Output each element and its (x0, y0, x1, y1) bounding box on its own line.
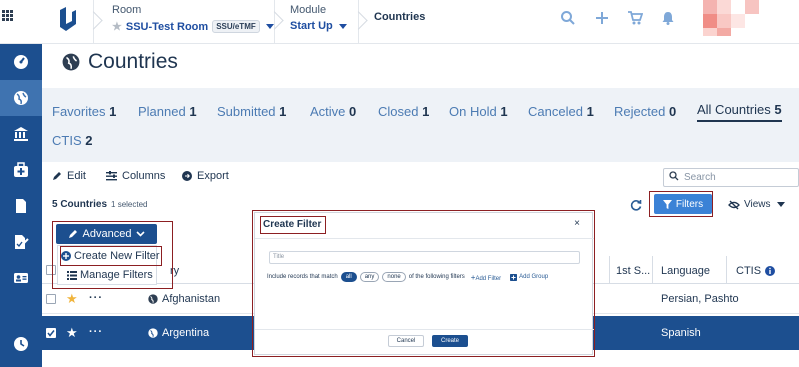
globe-icon (148, 294, 158, 304)
sidebar (0, 44, 42, 367)
tab-on-hold[interactable]: On Hold 1 (449, 104, 508, 119)
edit-label: Edit (67, 170, 86, 182)
columns-button[interactable]: Columns (106, 170, 165, 182)
tab-rejected[interactable]: Rejected 0 (614, 104, 676, 119)
apps-grid-icon[interactable] (2, 10, 13, 21)
export-icon (182, 171, 192, 181)
highlight-box (252, 210, 595, 357)
tab-ctis[interactable]: CTIS 2 (52, 133, 92, 148)
sidebar-item-dashboard[interactable] (0, 44, 42, 80)
sliders-icon (106, 171, 117, 181)
column-header-first-submission[interactable]: 1st S... (616, 265, 650, 277)
eye-slash-icon (728, 200, 740, 209)
column-header-language[interactable]: Language (661, 265, 710, 277)
chevron-down-icon (776, 202, 785, 207)
bell-icon[interactable] (660, 10, 676, 26)
globe-icon (148, 328, 158, 338)
page-header: Countries (62, 50, 178, 74)
record-count: 5 Countries 1 selected (52, 199, 147, 210)
highlight-box (649, 191, 713, 217)
breadcrumb-divider (93, 0, 94, 44)
favorite-star-icon[interactable]: ★ (66, 325, 78, 341)
views-dropdown[interactable]: Views (728, 199, 785, 210)
document-icon (16, 199, 26, 213)
sidebar-item-institutions[interactable] (0, 116, 42, 152)
tab-favorites[interactable]: Favorites 1 (52, 104, 116, 119)
ctis-header-label: CTIS (736, 265, 762, 277)
edit-button[interactable]: Edit (52, 170, 86, 182)
sidebar-item-contacts[interactable] (0, 260, 42, 296)
chevron-down-icon[interactable] (338, 23, 347, 29)
country-cell[interactable]: Argentina (148, 327, 209, 339)
favorite-star-icon[interactable]: ★ (112, 20, 122, 33)
tab-planned[interactable]: Planned 1 (138, 104, 197, 119)
page-title: Countries (88, 50, 178, 73)
room-label: Room (112, 4, 142, 16)
sidebar-item-documents[interactable] (0, 188, 42, 224)
column-header-ctis[interactable]: CTIS (736, 265, 776, 277)
column-divider (726, 256, 727, 284)
column-divider (609, 256, 610, 284)
id-card-icon (14, 273, 28, 283)
tab-active[interactable]: Active 0 (310, 104, 356, 119)
views-label: Views (744, 199, 771, 210)
breadcrumb-current: Countries (374, 11, 426, 23)
row-actions-menu[interactable]: ··· (89, 326, 103, 338)
add-icon[interactable] (594, 10, 610, 26)
highlight-box (60, 246, 162, 266)
tab-closed[interactable]: Closed 1 (378, 104, 429, 119)
favorite-star-icon[interactable]: ★ (66, 291, 78, 307)
module-label: Module (290, 4, 327, 16)
country-name: Afghanistan (162, 293, 221, 305)
app-logo-icon (60, 7, 76, 31)
file-signature-icon (15, 235, 29, 249)
column-divider (652, 256, 653, 284)
tab-bar: Favorites 1 Planned 1 Submitted 1 Active… (42, 88, 799, 162)
cart-icon[interactable] (627, 10, 643, 26)
room-type-badge: SSU/eTMF (212, 20, 260, 33)
user-avatar[interactable] (697, 0, 767, 36)
top-header: Room ★ SSU-Test Room SSU/eTMF Module Sta… (0, 0, 799, 44)
room-name: SSU-Test Room (125, 20, 209, 33)
record-count-label: 5 Countries (52, 199, 108, 210)
export-label: Export (197, 170, 229, 182)
search-icon (669, 171, 679, 181)
row-checkbox[interactable] (46, 294, 56, 304)
clock-icon (14, 337, 28, 351)
columns-label: Columns (122, 170, 166, 182)
sidebar-item-medical[interactable] (0, 152, 42, 188)
sidebar-item-countries[interactable] (0, 80, 42, 116)
breadcrumb-divider (358, 0, 359, 44)
selected-count: 1 selected (111, 200, 148, 209)
language-cell: Spanish (661, 327, 701, 339)
room-selector[interactable]: Room ★ SSU-Test Room SSU/eTMF (112, 4, 274, 38)
module-selector[interactable]: Module Start Up (290, 4, 347, 38)
search-icon[interactable] (560, 10, 576, 26)
globe-icon (14, 91, 28, 105)
info-icon[interactable] (765, 266, 776, 276)
tab-submitted[interactable]: Submitted 1 (217, 104, 286, 119)
sidebar-item-history[interactable] (0, 326, 42, 362)
row-actions-menu[interactable]: ··· (89, 292, 103, 304)
breadcrumb-divider (274, 0, 275, 44)
row-checkbox-checked[interactable] (46, 328, 56, 338)
tab-canceled[interactable]: Canceled 1 (528, 104, 594, 119)
export-button[interactable]: Export (182, 170, 229, 182)
medkit-icon (14, 162, 28, 177)
gauge-icon (14, 55, 28, 69)
refresh-icon[interactable] (630, 199, 642, 211)
country-name: Argentina (162, 327, 210, 339)
sidebar-item-signatures[interactable] (0, 224, 42, 260)
search-input[interactable]: Search (663, 168, 799, 187)
country-cell[interactable]: Afghanistan (148, 293, 220, 305)
language-cell: Persian, Pashto (661, 293, 739, 305)
module-name: Start Up (290, 20, 333, 32)
tab-all-countries[interactable]: All Countries 5 (697, 102, 782, 122)
search-placeholder: Search (684, 172, 716, 183)
pencil-icon (53, 172, 61, 180)
bank-icon (14, 127, 28, 141)
globe-icon (62, 53, 80, 71)
